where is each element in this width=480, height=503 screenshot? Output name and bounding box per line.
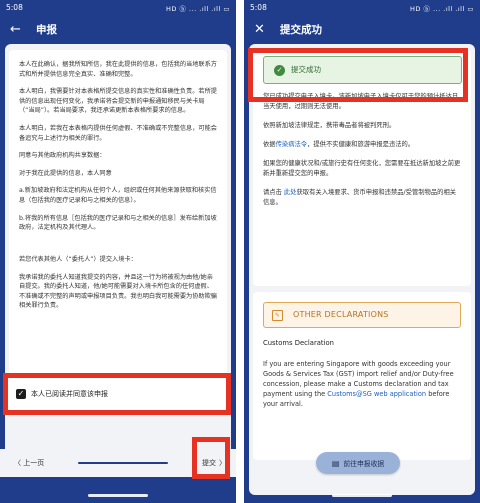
info-paragraph: 依据传染病法令，提供不实健康和旅游申报是违法的。: [263, 140, 462, 150]
receipt-icon: ▤: [331, 458, 340, 468]
declaration-paragraph: 本人明白，若我在本表格内提供任何虚假、不准确或不完整信息，可能会备追究与上述行为…: [19, 125, 217, 142]
success-banner: ✓ 提交成功: [263, 56, 462, 84]
app-bar: ✕ 提交成功: [244, 15, 480, 43]
page-title: 提交成功: [280, 23, 322, 36]
submit-label: 提交: [201, 459, 216, 467]
other-declarations-banner: ✎ OTHER DECLARATIONS: [263, 302, 461, 328]
submit-button[interactable]: 提交 〉: [202, 458, 226, 468]
status-time: 5:08: [250, 3, 267, 12]
info-paragraph: 您已成功提交电子入境卡。该新加坡电子入境卡仅可于您的预计抵达日当天使用，过期则无…: [263, 93, 459, 111]
go-to-receipt-button[interactable]: ▤ 前往申报收据: [316, 452, 400, 474]
declaration-card: 本人在此确认，据我所知所信，我在此提供的信息，包括我的当地联系方式和所并提供信息…: [9, 50, 227, 398]
customs-paragraph: If you are entering Singapore with goods…: [263, 359, 461, 410]
success-card: ✓ 提交成功 您已成功提交电子入境卡。该新加坡电子入境卡仅可于您的预计抵达日当天…: [253, 50, 471, 286]
gesture-bar: [332, 494, 392, 497]
declaration-paragraph: 若您代表其他人（“委托人”）提交入境卡：: [19, 255, 137, 263]
agree-label: 本人已阅读并同意该申报: [31, 390, 108, 398]
agree-checkbox-row[interactable]: ✓ 本人已阅读并同意该申报: [6, 378, 230, 410]
info-paragraph: 请点击 此处获取有关入境要求、货币申报和违禁品/受管制物品的相关信息。: [263, 188, 462, 208]
declaration-paragraph: 本人明白，我需要针对本表格所提交信息的真实性和准确性负责。若所提供的信息出现任何…: [19, 88, 217, 115]
success-text: 提交成功: [291, 65, 321, 74]
right-screen: 5:08 HD ⓑ ... .ıll .ıll ▭ ✕ 提交成功 ✓ 提交成功 …: [244, 0, 480, 503]
declaration-paragraph: 我承诺我的委托人知道我提交的内容，并且这一行为将被视为由他/她亲自提交。我的委托…: [19, 273, 217, 310]
status-bar: 5:08 HD ⓑ ... .ıll .ıll ▭: [244, 0, 480, 15]
declaration-paragraph: b.将我的所有信息［包括我的医疗记录和与之相关的信息］发布给新加坡政府，法定机构…: [19, 214, 217, 232]
declaration-paragraph: a.新加坡政府和法定机构从任何个人，组织或任何其他来源获取和核实信息（包括我的医…: [19, 187, 217, 205]
prev-page-button[interactable]: 〈 上一页: [14, 458, 44, 468]
checkbox-checked-icon[interactable]: ✓: [16, 389, 26, 399]
back-arrow-icon[interactable]: ←: [10, 23, 28, 36]
text-fragment: 依据: [263, 141, 276, 149]
close-icon[interactable]: ✕: [254, 23, 272, 36]
page-title: 申报: [36, 23, 57, 36]
status-icons: HD ⓑ ... .ıll .ıll ▭: [165, 4, 230, 13]
chevron-right-icon: 〉: [218, 459, 226, 467]
bottom-nav: 〈 上一页 提交 〉: [0, 449, 236, 477]
info-paragraph: 依照新加坡法律规定，携带毒品者将被判死刑。: [263, 122, 396, 130]
info-paragraph: 如果您的健康状况和/或旅行史有任何变化，您需要在抵达新加坡之前更新并重新提交您的…: [263, 160, 461, 178]
text-fragment: ，提供不实健康和旅游申报是违法的。: [307, 141, 415, 149]
text-fragment: 请点击: [263, 189, 284, 197]
customs-declaration-heading: Customs Declaration: [263, 339, 334, 347]
click-here-link[interactable]: 此处: [284, 189, 297, 196]
left-screen: 5:08 HD ⓑ ... .ıll .ıll ▭ ← 申报 本人在此确认，据我…: [0, 0, 236, 503]
status-bar: 5:08 HD ⓑ ... .ıll .ıll ▭: [0, 0, 236, 15]
declaration-paragraph: 对于我在此提供的信息，本人同意: [19, 169, 112, 177]
status-time: 5:08: [6, 3, 23, 12]
go-to-receipt-label: 前往申报收据: [343, 460, 385, 468]
check-circle-icon: ✓: [274, 64, 285, 76]
content-sheet: ✓ 提交成功 您已成功提交电子入境卡。该新加坡电子入境卡仅可于您的预计抵达日当天…: [249, 44, 475, 495]
other-declarations-title: OTHER DECLARATIONS: [293, 309, 389, 319]
status-icons: HD ⓑ ... .ıll .ıll ▭: [409, 4, 474, 13]
infectious-disease-act-link[interactable]: 传染病法令: [276, 141, 307, 148]
declaration-paragraph: 同意与其他政府机构共享数据：: [19, 152, 106, 160]
other-declarations-card: ✎ OTHER DECLARATIONS Customs Declaration…: [253, 292, 471, 460]
gesture-bar: [88, 494, 148, 497]
app-bar: ← 申报: [0, 15, 236, 43]
document-edit-icon: ✎: [272, 309, 283, 321]
customs-web-app-link[interactable]: Customs@SG web application: [327, 390, 426, 398]
declaration-paragraph: 本人在此确认，据我所知所信，我在此提供的信息，包括我的当地联系方式和所并提供信息…: [19, 61, 217, 78]
progress-bar: [78, 462, 169, 464]
